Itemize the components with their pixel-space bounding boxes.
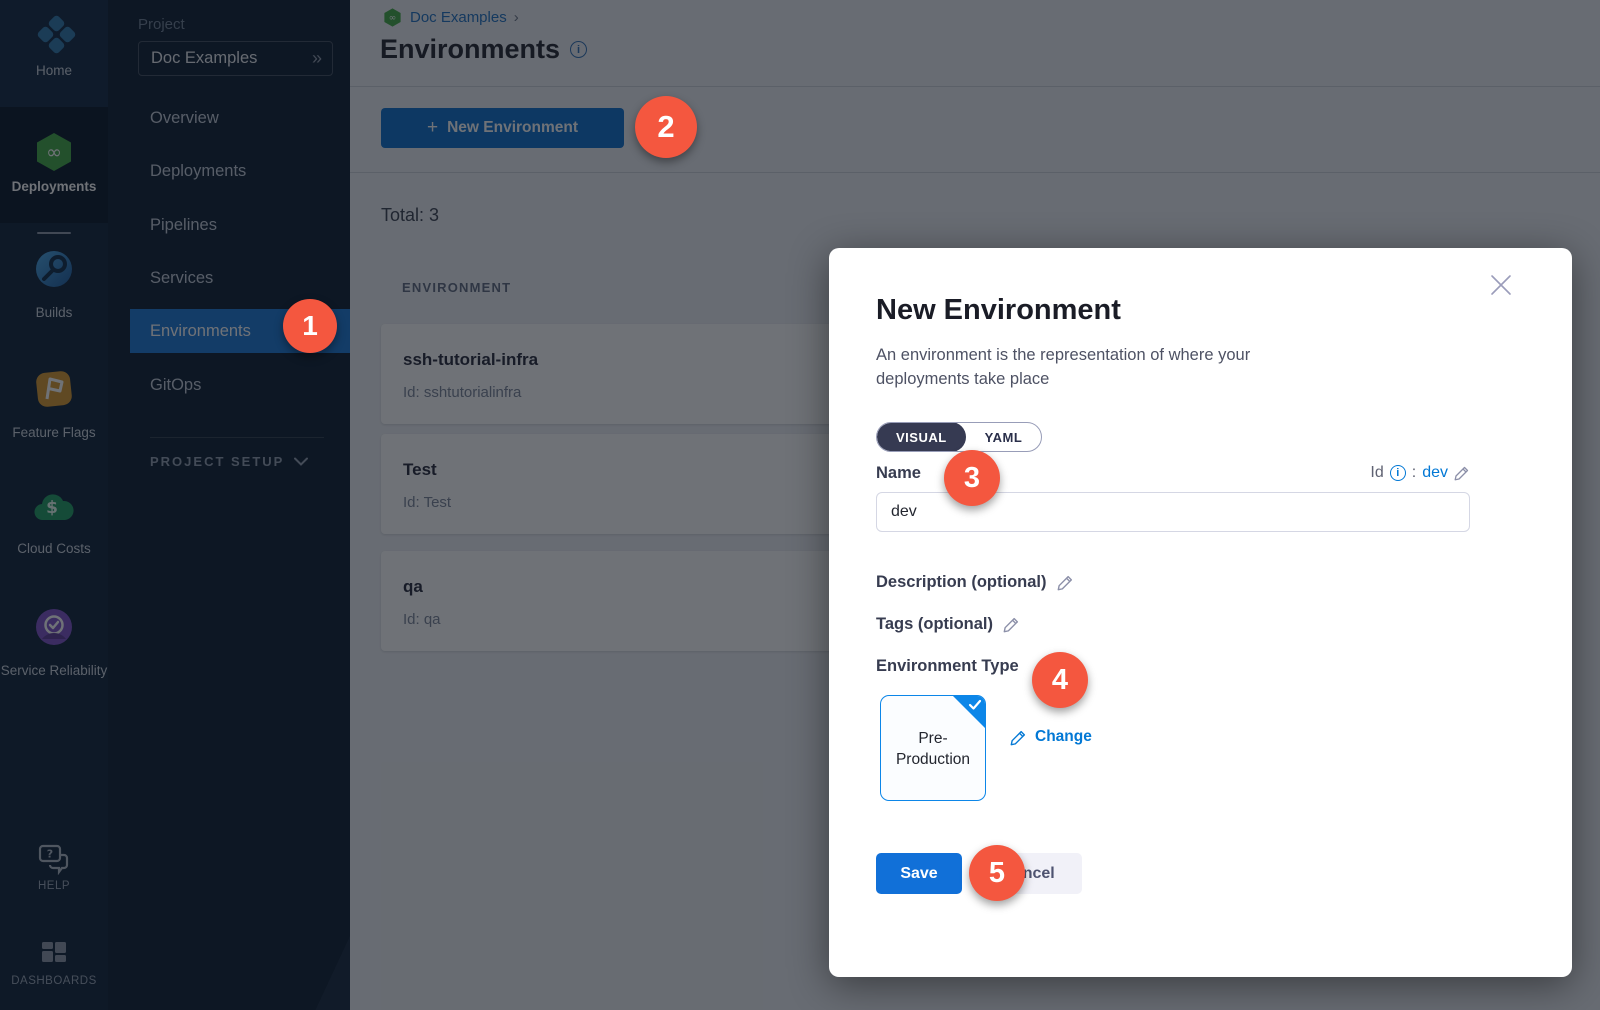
tab-visual[interactable]: VISUAL [877,422,966,452]
annotation-badge-1: 1 [283,299,337,353]
modal-title: New Environment [876,294,1121,327]
description-label: Description (optional) [876,573,1047,592]
annotation-badge-3: 3 [944,450,1000,506]
edit-pencil-icon[interactable] [1057,574,1074,591]
annotation-badge-5: 5 [969,845,1025,901]
edit-pencil-icon[interactable] [1454,465,1470,481]
annotation-badge-4: 4 [1032,652,1088,708]
id-value: dev [1422,464,1448,482]
save-button[interactable]: Save [876,853,962,894]
change-link-label: Change [1035,728,1092,746]
change-environment-type-link[interactable]: Change [1010,728,1092,746]
environment-type-value: Pre-Production [881,728,985,770]
id-row: Id i : dev [1370,464,1470,482]
tags-label: Tags (optional) [876,615,993,634]
environment-type-card-pre-production[interactable]: Pre-Production [880,695,986,801]
new-environment-modal: New Environment An environment is the re… [829,248,1572,977]
close-icon[interactable] [1488,272,1514,298]
annotation-badge-2: 2 [635,96,697,158]
visual-yaml-toggle: VISUAL YAML [876,422,1042,452]
tab-yaml[interactable]: YAML [966,422,1042,452]
id-colon: : [1412,464,1416,482]
name-label: Name [876,464,921,483]
environment-type-label: Environment Type [876,657,1019,676]
tags-row: Tags (optional) [876,615,1020,634]
modal-subtitle: An environment is the representation of … [876,343,1296,391]
edit-pencil-icon[interactable] [1003,616,1020,633]
check-icon [968,699,982,711]
edit-pencil-icon [1010,729,1027,746]
description-row: Description (optional) [876,573,1074,592]
info-icon[interactable]: i [1390,465,1406,481]
id-label: Id [1370,464,1383,482]
